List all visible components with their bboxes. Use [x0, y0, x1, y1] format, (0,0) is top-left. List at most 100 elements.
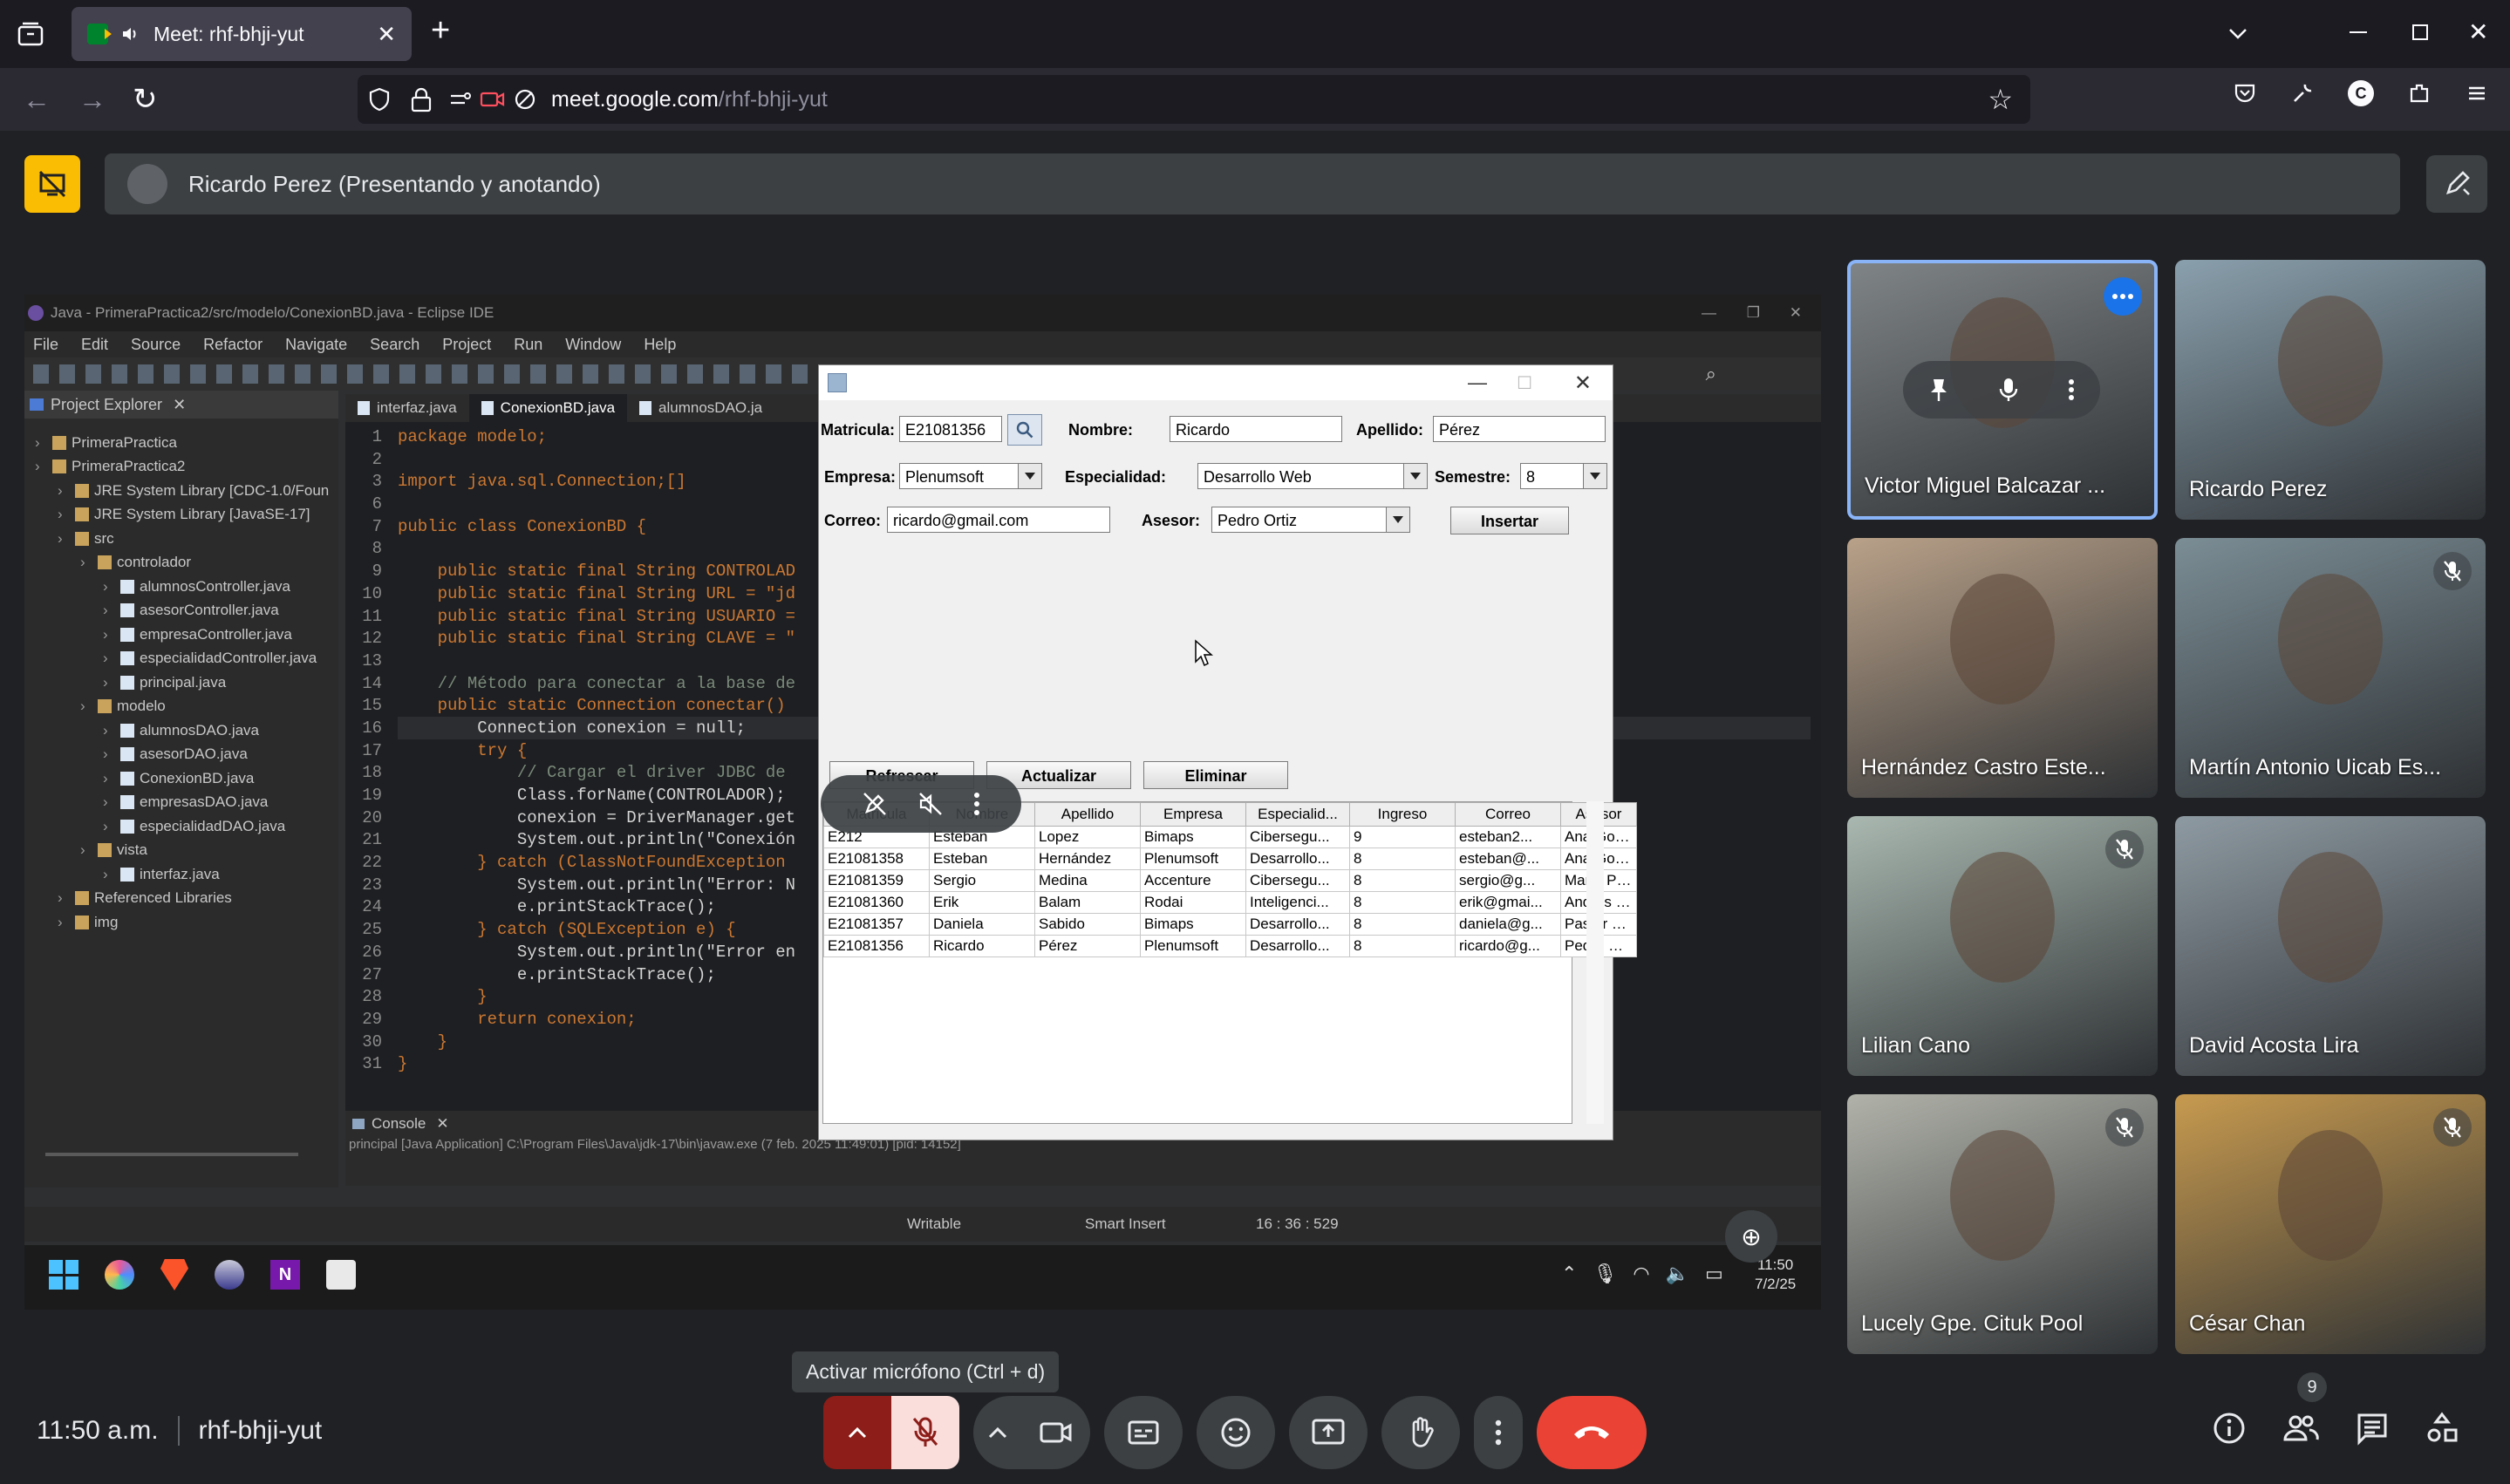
lock-icon[interactable] [410, 86, 433, 112]
tree-expand-icon[interactable]: › [103, 650, 115, 667]
table-cell[interactable]: Balam [1034, 891, 1141, 914]
present-screen-icon[interactable] [1289, 1396, 1368, 1469]
insertar-button[interactable]: Insertar [1450, 507, 1569, 534]
tile-more-options-icon[interactable] [2104, 277, 2142, 316]
eclipse-menu-item[interactable]: Refactor [203, 336, 263, 354]
close-window-icon[interactable]: ✕ [2468, 17, 2488, 46]
extensions-puzzle-icon[interactable] [2407, 81, 2432, 106]
table-cell[interactable]: Daniela [929, 913, 1035, 936]
asesor-select[interactable]: Pedro Ortiz [1211, 507, 1410, 533]
mic-options-chevron-icon[interactable] [823, 1396, 891, 1469]
tree-expand-icon[interactable]: › [103, 818, 115, 835]
tree-expand-icon[interactable]: › [80, 554, 92, 571]
browser-tab-meet[interactable]: Meet: rhf-bhji-yut ✕ [72, 7, 412, 61]
correo-field[interactable]: ricardo@gmail.com [887, 507, 1110, 533]
table-cell[interactable]: ricardo@g... [1455, 935, 1561, 957]
pen-off-icon[interactable] [862, 791, 888, 817]
project-tree-item[interactable]: › empresasDAO.java [24, 791, 338, 815]
onenote-icon[interactable]: N [270, 1260, 300, 1290]
eclipse-menu-item[interactable]: Window [565, 336, 621, 354]
table-cell[interactable]: erik@gmai... [1455, 891, 1561, 914]
tree-expand-icon[interactable]: › [103, 745, 115, 763]
project-tree-item[interactable]: › img [24, 910, 338, 935]
project-explorer-tab[interactable]: Project Explorer ✕ [24, 391, 338, 419]
project-tree-item[interactable]: › src [24, 527, 338, 551]
table-cell[interactable]: Rodai [1140, 891, 1246, 914]
editor-tab[interactable]: ConexionBD.java [468, 394, 628, 422]
stop-presenting-icon[interactable] [24, 155, 80, 213]
tree-expand-icon[interactable]: › [103, 722, 115, 739]
chevron-down-icon[interactable] [1583, 464, 1606, 488]
table-cell[interactable]: Desarrollo... [1245, 913, 1350, 936]
mic-icon[interactable] [1999, 377, 2018, 403]
tree-expand-icon[interactable]: › [58, 506, 70, 523]
project-tree-item[interactable]: › especialidadController.java [24, 647, 338, 671]
table-cell[interactable]: Medina [1034, 869, 1141, 892]
table-cell[interactable]: 8 [1349, 913, 1456, 936]
taskbar-app-icon[interactable] [215, 1260, 244, 1290]
project-tree-item[interactable]: › vista [24, 839, 338, 863]
table-cell[interactable]: Bimaps [1140, 913, 1246, 936]
table-cell[interactable]: esteban2... [1455, 826, 1561, 848]
project-tree-item[interactable]: › PrimeraPractica2 [24, 455, 338, 480]
participant-tile[interactable]: Martín Antonio Uicab Es... [2175, 538, 2486, 798]
participant-tile[interactable]: Hernández Castro Este... [1847, 538, 2158, 798]
project-tree-item[interactable]: › JRE System Library [JavaSE-17] [24, 503, 338, 528]
tree-expand-icon[interactable]: › [103, 793, 115, 811]
table-cell[interactable]: E21081359 [823, 869, 930, 892]
dialog-close-icon[interactable]: ✕ [1574, 371, 1592, 396]
nombre-field[interactable]: Ricardo [1170, 416, 1342, 442]
table-cell[interactable]: 8 [1349, 869, 1456, 892]
camera-sharing-icon[interactable] [480, 89, 506, 110]
more-options-icon[interactable] [2068, 378, 2075, 401]
pocket-icon[interactable] [2233, 81, 2257, 106]
table-cell[interactable]: esteban@... [1455, 848, 1561, 870]
chevron-down-icon[interactable] [1403, 464, 1427, 488]
tree-expand-icon[interactable]: › [103, 866, 115, 883]
table-cell[interactable]: Inteligenci... [1245, 891, 1350, 914]
eclipse-menu-item[interactable]: Run [514, 336, 542, 354]
chevron-down-icon[interactable] [1018, 464, 1041, 488]
new-tab-button[interactable]: + [431, 12, 450, 50]
students-table-scrollpane[interactable]: MatriculaNombreApellidoEmpresaEspecialid… [822, 801, 1637, 1124]
table-column-header[interactable]: Correo [1455, 802, 1561, 827]
project-tree-item[interactable]: › alumnosController.java [24, 575, 338, 599]
apellido-field[interactable]: Pérez [1433, 416, 1606, 442]
table-cell[interactable]: E21081356 [823, 935, 930, 957]
tree-expand-icon[interactable]: › [103, 578, 115, 596]
url-bar[interactable]: meet.google.com/rhf-bhji-yut ☆ [358, 75, 2030, 124]
table-cell[interactable]: Desarrollo... [1245, 935, 1350, 957]
table-cell[interactable]: E21081360 [823, 891, 930, 914]
project-tree-item[interactable]: › asesorDAO.java [24, 743, 338, 767]
chat-icon[interactable] [2355, 1411, 2390, 1446]
matricula-field[interactable]: E21081356 [899, 416, 1002, 442]
table-cell[interactable]: Bimaps [1140, 826, 1246, 848]
project-tree-item[interactable]: › especialidadDAO.java [24, 814, 338, 839]
tree-expand-icon[interactable]: › [103, 626, 115, 643]
tree-expand-icon[interactable]: › [103, 770, 115, 787]
eclipse-search-icon[interactable]: ⌕ [1706, 363, 1716, 385]
table-cell[interactable]: Pérez [1034, 935, 1141, 957]
table-cell[interactable]: Cibersegu... [1245, 826, 1350, 848]
people-icon[interactable]: 9 [2282, 1372, 2327, 1446]
table-cell[interactable]: Esteban [929, 848, 1035, 870]
project-tree-item[interactable]: › alumnosDAO.java [24, 718, 338, 743]
eclipse-restore-icon[interactable]: ❐ [1747, 304, 1760, 322]
tray-chevron-icon[interactable]: ⌃ [1561, 1263, 1577, 1285]
search-icon[interactable] [1007, 414, 1042, 446]
audio-off-icon[interactable] [917, 791, 944, 817]
project-tree-item[interactable]: › PrimeraPractica [24, 431, 338, 455]
eclipse-menu-item[interactable]: File [33, 336, 58, 354]
participant-tile[interactable]: Victor Miguel Balcazar ... [1847, 260, 2158, 520]
table-cell[interactable]: Ricardo [929, 935, 1035, 957]
table-column-header[interactable]: Apellido [1034, 802, 1141, 827]
project-tree-item[interactable]: › empresaController.java [24, 623, 338, 647]
project-tree-item[interactable]: › ConexionBD.java [24, 766, 338, 791]
project-tree-item[interactable]: › modelo [24, 695, 338, 719]
table-cell[interactable]: daniela@g... [1455, 913, 1561, 936]
eliminar-button[interactable]: Eliminar [1143, 761, 1288, 789]
participant-tile[interactable]: Lilian Cano [1847, 816, 2158, 1076]
table-cell[interactable]: Plenumsoft [1140, 935, 1246, 957]
mic-off-icon[interactable] [891, 1396, 959, 1469]
tree-expand-icon[interactable]: › [58, 530, 70, 548]
